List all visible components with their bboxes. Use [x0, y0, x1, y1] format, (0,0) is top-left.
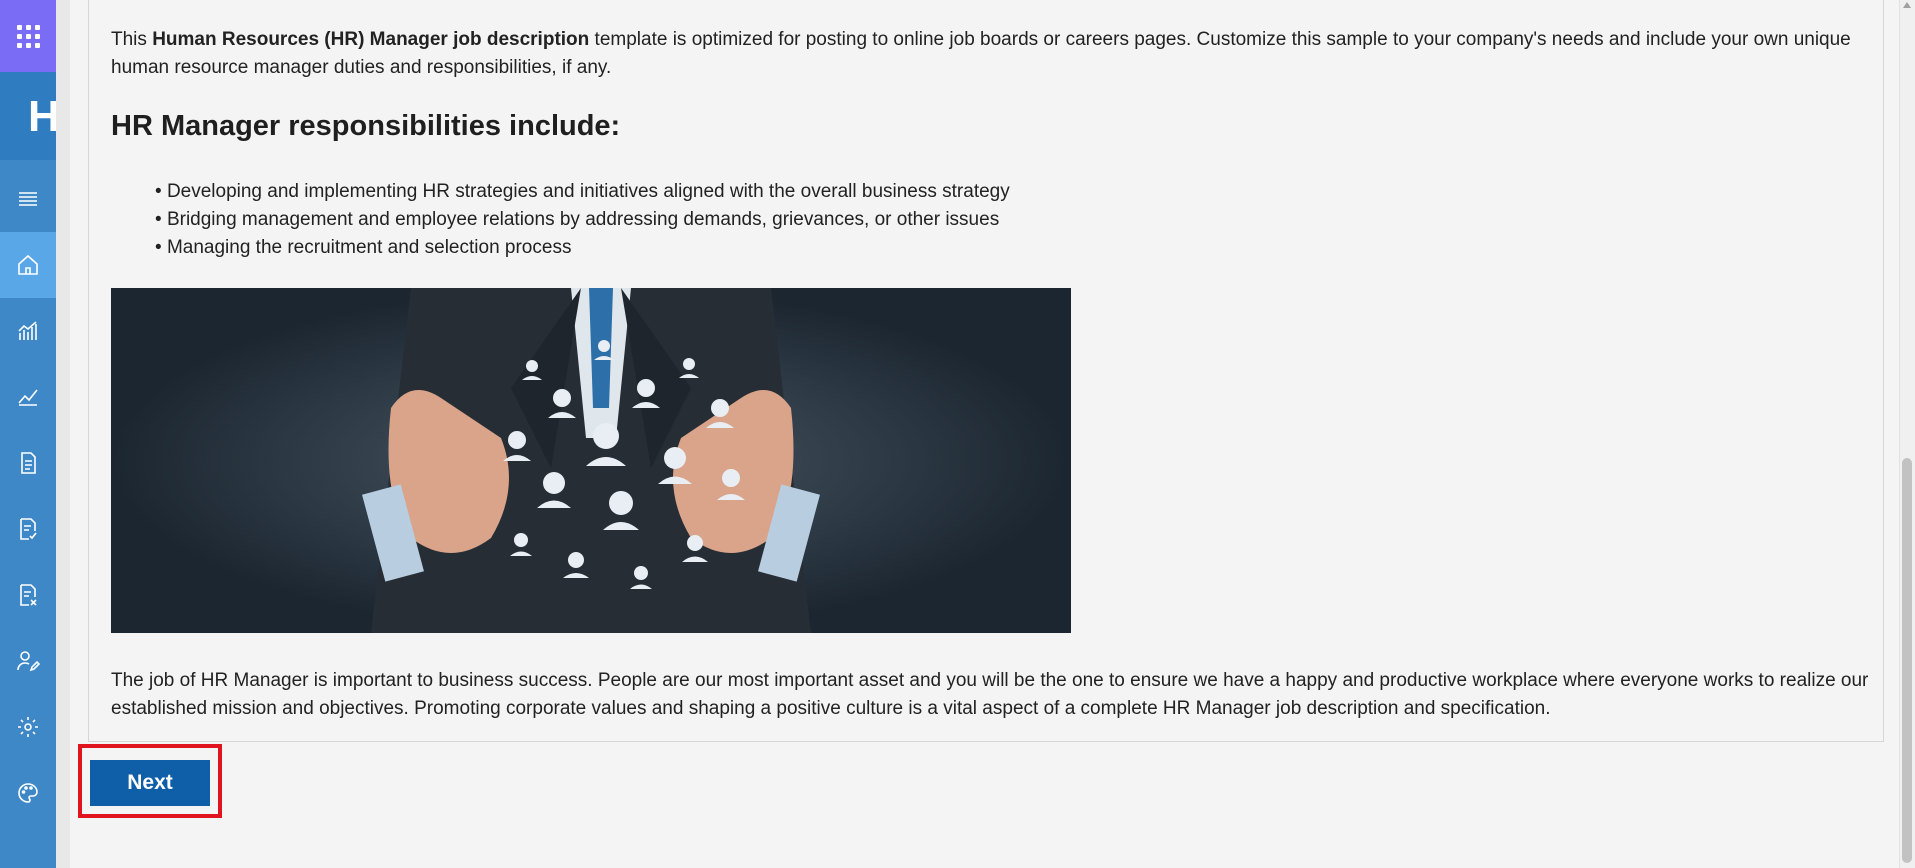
line-chart-icon: [18, 389, 38, 406]
nav-documents[interactable]: [0, 430, 56, 496]
intro-prefix: This: [111, 29, 153, 50]
rail-nav: [0, 166, 56, 826]
scrollbar-thumb[interactable]: [1902, 458, 1912, 863]
bar-chart-icon: [18, 321, 37, 340]
nav-document-remove[interactable]: [0, 562, 56, 628]
list-item: Developing and implementing HR strategie…: [155, 178, 1010, 206]
nav-trends[interactable]: [0, 364, 56, 430]
list-item: Managing the recruitment and selection p…: [155, 234, 1010, 262]
document-remove-icon: [20, 584, 37, 606]
gear-icon: [18, 717, 38, 737]
menu-button[interactable]: [0, 166, 56, 232]
next-button-highlight: Next: [78, 744, 222, 818]
nav-theme[interactable]: [0, 760, 56, 826]
home-icon: [18, 254, 38, 275]
checklist-icon: [20, 518, 37, 540]
nav-checklist[interactable]: [0, 496, 56, 562]
intro-bold: Human Resources (HR) Manager job descrip…: [152, 29, 590, 50]
intro-paragraph: This Human Resources (HR) Manager job de…: [111, 26, 1851, 82]
list-item: Bridging management and employee relatio…: [155, 206, 1010, 234]
document-icon: [21, 452, 36, 474]
app-launcher-button[interactable]: [0, 0, 56, 72]
rail-divider: [56, 0, 70, 868]
scroll-up-arrow-icon[interactable]: [1903, 2, 1911, 8]
palette-icon: [18, 783, 38, 803]
person-edit-icon: [17, 651, 40, 672]
nav-analytics[interactable]: [0, 298, 56, 364]
responsibilities-list: Developing and implementing HR strategie…: [155, 178, 1010, 262]
waffle-icon: [16, 24, 40, 48]
nav-home[interactable]: [0, 232, 56, 298]
vertical-scrollbar[interactable]: [1899, 0, 1915, 868]
responsibilities-heading: HR Manager responsibilities include:: [111, 110, 621, 142]
outro-paragraph: The job of HR Manager is important to bu…: [111, 670, 1869, 719]
next-button[interactable]: Next: [90, 760, 210, 806]
left-rail: HI: [0, 0, 68, 868]
menu-icon: [19, 192, 37, 206]
nav-people[interactable]: [0, 628, 56, 694]
hr-hero-image: [111, 288, 1071, 633]
job-description-card: This Human Resources (HR) Manager job de…: [88, 0, 1884, 742]
hr-hero-illustration: [111, 288, 1071, 633]
nav-settings[interactable]: [0, 694, 56, 760]
